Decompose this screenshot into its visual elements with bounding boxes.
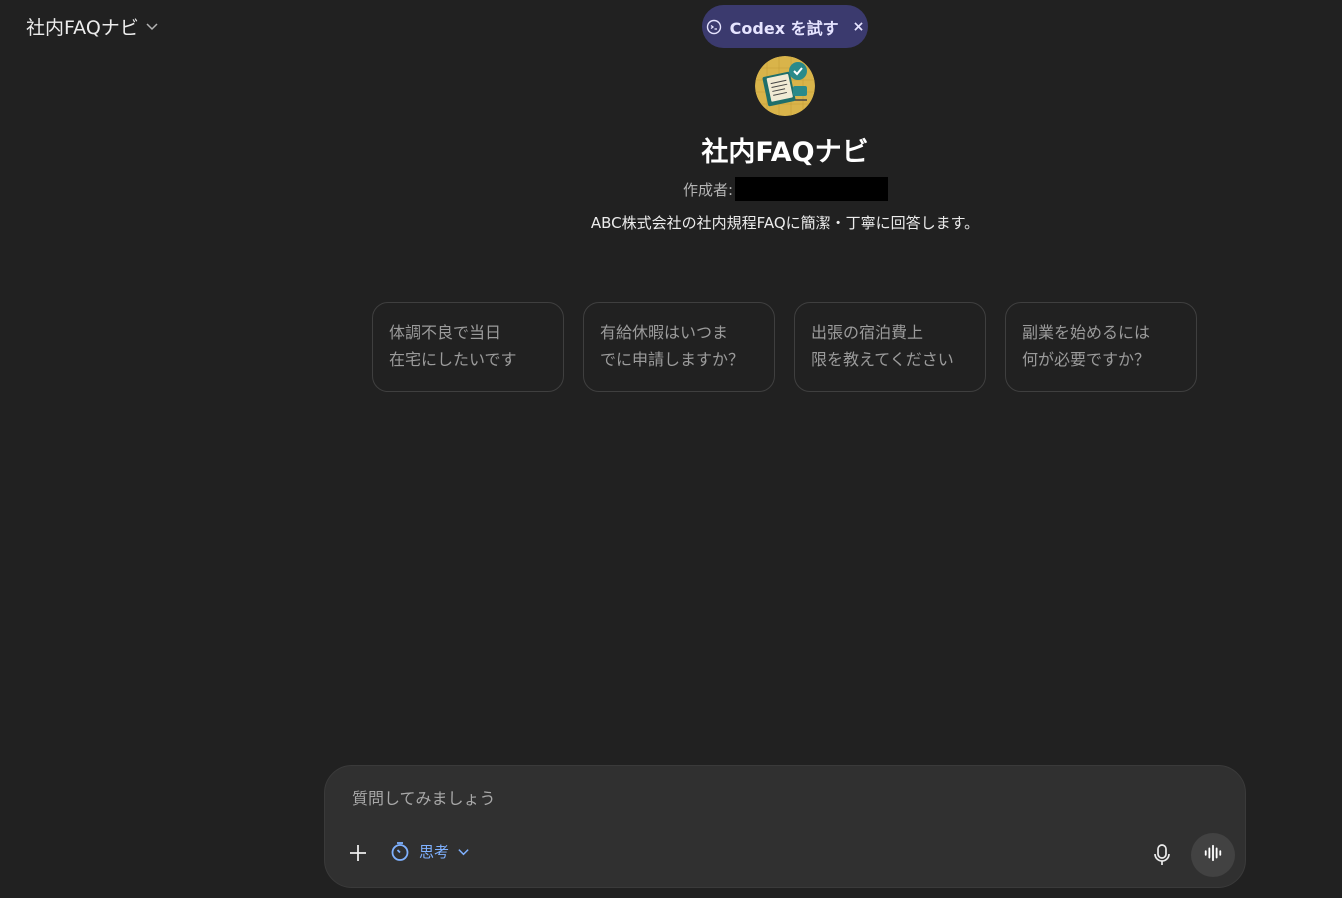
suggestion-chip[interactable]: 有給休暇はいつま でに申請しますか？ xyxy=(583,302,775,392)
chevron-down-icon xyxy=(457,845,470,858)
timer-icon xyxy=(389,840,411,862)
redacted-author-name xyxy=(735,177,889,201)
suggestion-line: 副業を始めるには xyxy=(1022,323,1151,342)
prompt-input[interactable] xyxy=(350,788,1134,809)
author-line: 作成者: xyxy=(683,177,889,201)
gpt-description: ABC株式会社の社内規程FAQに簡潔・丁寧に回答します。 xyxy=(590,214,980,232)
close-icon[interactable]: × xyxy=(853,19,865,35)
model-name: 社内FAQナビ xyxy=(26,17,139,39)
plus-icon[interactable] xyxy=(347,842,369,864)
thinking-mode-button[interactable]: 思考 xyxy=(389,840,470,862)
composer: 思考 xyxy=(324,765,1246,888)
suggestion-chip[interactable]: 出張の宿泊費上 限を教えてください xyxy=(794,302,986,392)
voice-waveform-icon xyxy=(1203,843,1223,867)
codex-icon xyxy=(706,19,722,35)
model-switcher[interactable]: 社内FAQナビ xyxy=(26,13,159,40)
suggestion-line: でに申請しますか？ xyxy=(600,350,745,369)
codex-promo-pill[interactable]: Codex を試す × xyxy=(702,5,868,48)
microphone-icon[interactable] xyxy=(1151,843,1173,867)
suggestion-line: 有給休暇はいつま xyxy=(600,323,729,342)
suggestion-line: 在宅にしたいです xyxy=(389,350,517,369)
suggestion-chip[interactable]: 副業を始めるには 何が必要ですか？ xyxy=(1005,302,1197,392)
voice-mode-button[interactable] xyxy=(1191,833,1235,877)
suggestion-list: 体調不良で当日 在宅にしたいです 有給休暇はいつま でに申請しますか？ 出張の宿… xyxy=(372,302,1197,392)
suggestion-line: 何が必要ですか？ xyxy=(1022,350,1151,369)
suggestion-line: 体調不良で当日 xyxy=(389,323,502,342)
chevron-down-icon xyxy=(145,16,159,38)
gpt-avatar xyxy=(755,56,815,116)
gpt-title: 社内FAQナビ xyxy=(701,137,869,168)
suggestion-line: 出張の宿泊費上 xyxy=(811,323,924,342)
thinking-mode-label: 思考 xyxy=(419,842,450,861)
author-label: 作成者: xyxy=(683,180,734,199)
codex-promo-label: Codex を試す xyxy=(729,18,839,38)
suggestion-line: 限を教えてください xyxy=(811,350,954,369)
suggestion-chip[interactable]: 体調不良で当日 在宅にしたいです xyxy=(372,302,564,392)
